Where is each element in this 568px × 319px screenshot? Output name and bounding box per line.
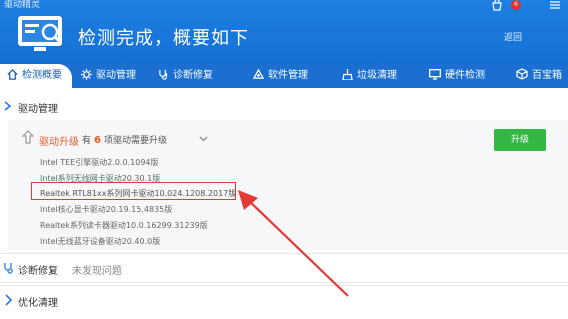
diagnose-status: 未发现问题	[72, 266, 122, 277]
section-diagnose-label: 诊断修复	[18, 266, 58, 277]
monitor-check-icon	[18, 16, 63, 51]
back-link[interactable]: 返回	[504, 30, 522, 43]
home-icon	[6, 69, 18, 81]
chevron-right-icon	[4, 101, 12, 111]
annotation-arrow-icon	[238, 190, 349, 297]
stethoscope-icon	[157, 69, 169, 81]
tab-diagnose-label: 诊断修复	[173, 70, 213, 81]
tab-diagnose[interactable]: 诊断修复	[157, 64, 213, 88]
upgrade-count: 6	[94, 135, 101, 146]
tab-cleanup[interactable]: 垃圾清理	[341, 64, 397, 88]
app-window: 驱动精灵 检测完成，概要如下 返回 6 检测概要 驱动管理 诊断修复 软件管理 …	[0, 0, 568, 319]
tab-bar: 检测概要 驱动管理 诊断修复 软件管理 垃圾清理 硬件检测 百宝箱	[0, 64, 568, 88]
chevron-down-icon[interactable]	[199, 134, 208, 146]
shop-icon[interactable]	[490, 0, 504, 13]
tab-driver-manage[interactable]: 驱动管理	[80, 64, 136, 88]
upgrade-prefix: 有	[82, 136, 92, 146]
tab-hardware-label: 硬件检测	[445, 70, 485, 81]
driver-item: Realtek系列读卡器驱动10.0.16299.31239版	[40, 221, 208, 230]
box-icon	[516, 68, 528, 80]
header: 驱动精灵 检测完成，概要如下 返回 6	[0, 0, 568, 64]
monitor-icon	[429, 69, 441, 81]
upgrade-summary: 有 6 项驱动需要升级	[82, 133, 167, 146]
tab-overview-label: 检测概要	[22, 70, 62, 81]
stethoscope-icon	[4, 263, 13, 274]
tab-hardware[interactable]: 硬件检测	[429, 64, 485, 88]
highlight-box	[31, 182, 236, 200]
section-driver-manage[interactable]: 驱动管理	[0, 92, 568, 122]
upgrade-arrow-icon	[22, 130, 34, 144]
page-title: 检测完成，概要如下	[78, 28, 249, 49]
tab-cleanup-label: 垃圾清理	[357, 70, 397, 81]
upgrade-suffix: 项驱动需要升级	[103, 136, 167, 146]
tab-software-label: 软件管理	[268, 70, 308, 81]
gear-icon	[80, 69, 92, 81]
broom-icon	[341, 69, 353, 81]
tab-toolbox-label: 百宝箱	[532, 70, 562, 81]
section-optimize-label: 优化清理	[18, 298, 58, 309]
driver-item: Intel TEE引擎驱动2.0.0.1094版	[40, 158, 159, 167]
driver-item: Intel无线蓝牙设备驱动20.40.0版	[40, 237, 161, 246]
menu-icon[interactable]	[548, 0, 562, 13]
app-title: 驱动精灵	[4, 0, 41, 10]
driver-item: Intel核心显卡驱动20.19.15.4835版	[40, 205, 173, 214]
upgrade-button[interactable]: 升级	[494, 129, 546, 151]
tab-driver-manage-label: 驱动管理	[96, 70, 136, 81]
notification-badge: 6	[511, 0, 521, 10]
section-driver-manage-label: 驱动管理	[18, 104, 58, 115]
tab-toolbox[interactable]: 百宝箱	[516, 64, 562, 88]
tab-software[interactable]: 软件管理	[252, 64, 308, 88]
chevron-right-icon	[5, 294, 13, 306]
upgrade-title: 驱动升级	[39, 137, 79, 148]
software-icon	[252, 68, 264, 81]
tab-overview[interactable]: 检测概要	[0, 64, 72, 88]
